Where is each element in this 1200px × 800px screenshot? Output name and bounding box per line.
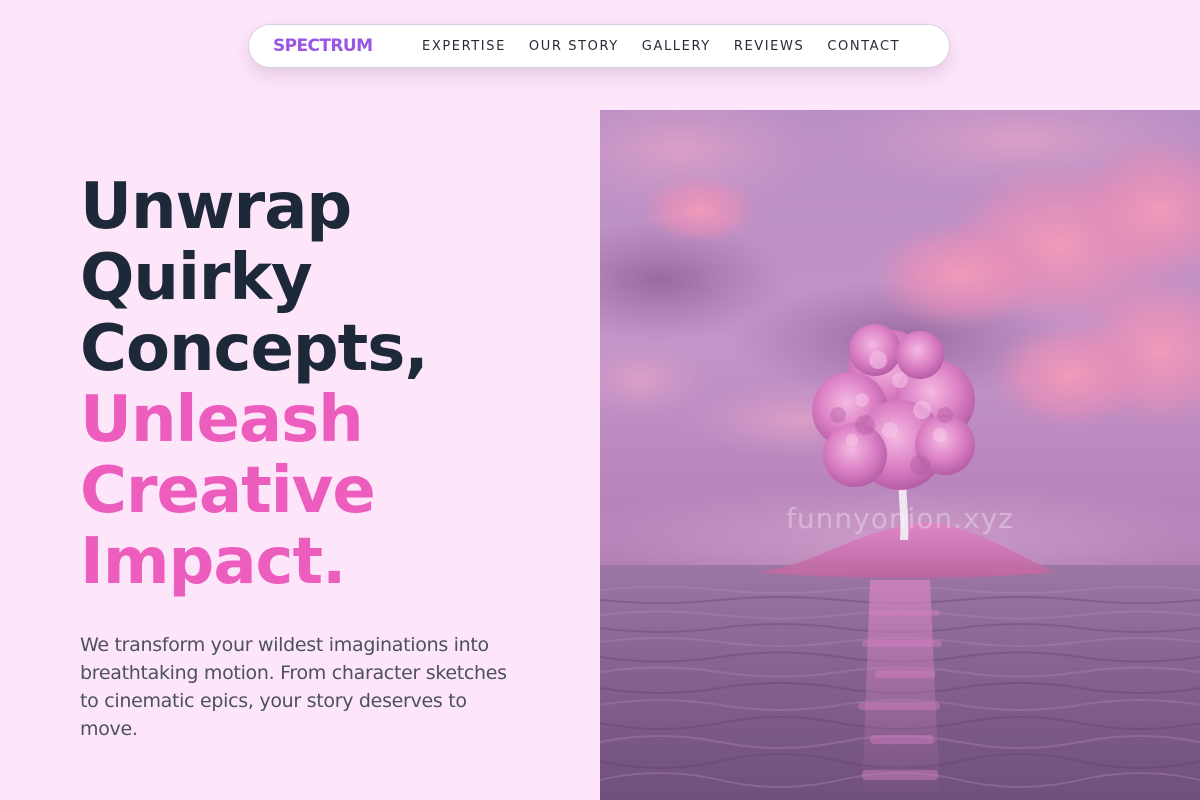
image-watermark: funnyonion.xyz	[786, 502, 1014, 535]
hero-headline: Unwrap Quirky Concepts, Unleash Creative…	[80, 172, 580, 598]
headline-line-creative: Creative	[80, 454, 376, 528]
headline-line-quirky: Quirky	[80, 241, 313, 315]
pink-tree-island-illustration	[600, 110, 1200, 800]
nav-links: EXPERTISE OUR STORY GALLERY REVIEWS CONT…	[422, 25, 900, 67]
nav-link-reviews[interactable]: REVIEWS	[734, 39, 805, 54]
headline-line-unwrap: Unwrap	[80, 170, 352, 244]
hero-image: funnyonion.xyz	[600, 110, 1200, 800]
hero-description: We transform your wildest imaginations i…	[80, 634, 507, 740]
headline-line-unleash: Unleash	[80, 383, 364, 457]
hero-section: Unwrap Quirky Concepts, Unleash Creative…	[80, 172, 580, 598]
headline-line-concepts: Concepts,	[80, 312, 429, 386]
nav-link-contact[interactable]: CONTACT	[827, 39, 900, 54]
brand-logo[interactable]: SPECTRUM	[273, 25, 373, 67]
nav-link-expertise[interactable]: EXPERTISE	[422, 39, 506, 54]
nav-link-our-story[interactable]: OUR STORY	[529, 39, 619, 54]
headline-line-impact: Impact.	[80, 525, 346, 599]
landing-page: SPECTRUM EXPERTISE OUR STORY GALLERY REV…	[0, 0, 1200, 800]
top-navigation: SPECTRUM EXPERTISE OUR STORY GALLERY REV…	[248, 24, 950, 68]
nav-link-gallery[interactable]: GALLERY	[642, 39, 711, 54]
